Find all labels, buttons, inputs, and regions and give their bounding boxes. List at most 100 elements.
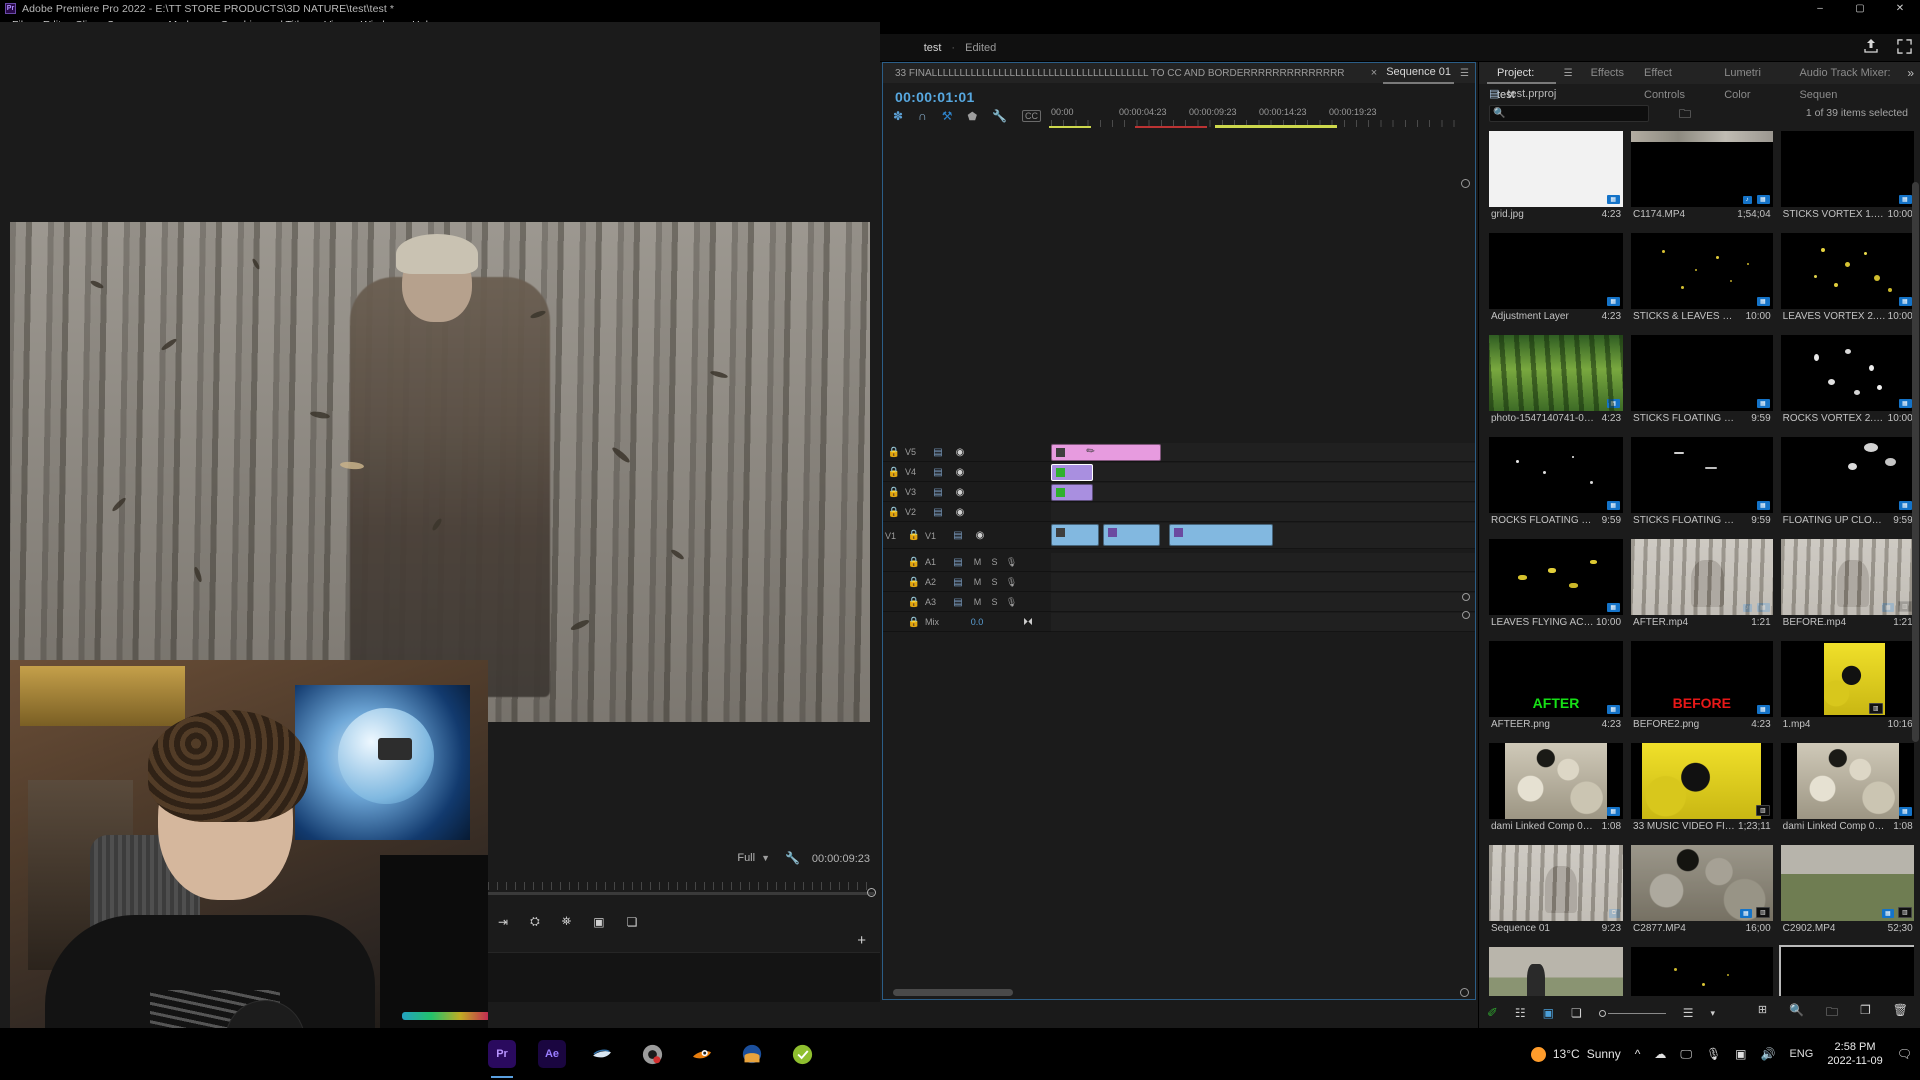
timeline-playhead-timecode[interactable]: 00:00:01:01 bbox=[895, 89, 975, 105]
track-body-v1[interactable] bbox=[1051, 523, 1475, 549]
sync-icon[interactable]: ▤ bbox=[927, 467, 949, 478]
keyframe-nav-icon[interactable]: ⏵⏴ bbox=[1023, 617, 1033, 628]
track-header-v3[interactable]: 🔒 V3 ▤ ◉ bbox=[883, 483, 1051, 502]
sync-icon[interactable]: ▤ bbox=[947, 597, 969, 608]
eye-icon[interactable]: ◉ bbox=[949, 447, 971, 458]
mic-icon[interactable]: 🎙 bbox=[1706, 1047, 1721, 1061]
track-body-v2[interactable] bbox=[1051, 503, 1475, 522]
project-bin-grid[interactable]: ▦ grid.jpg 4:23 ▦ ♪ C1174.MP4 1;54;04 ▦ STI… bbox=[1487, 128, 1914, 996]
mic-icon[interactable]: 🎙 bbox=[1003, 597, 1020, 608]
solo-button-a1[interactable]: S bbox=[986, 557, 1003, 567]
close-icon[interactable]: × bbox=[1371, 67, 1377, 79]
track-body-v5[interactable]: ✎ bbox=[1051, 443, 1475, 462]
panel-menu-icon[interactable]: ☰ bbox=[1564, 68, 1573, 79]
sync-icon[interactable]: ▤ bbox=[947, 530, 969, 541]
program-scrubber-track[interactable] bbox=[488, 892, 874, 895]
timeline-tab-label[interactable]: Sequence 01 bbox=[1383, 62, 1455, 84]
eye-icon[interactable]: ◉ bbox=[969, 530, 991, 541]
new-item-icon[interactable]: ❐ bbox=[1860, 1003, 1871, 1024]
bin-item[interactable]: ⧉ Nested Sequence 014:14 bbox=[1487, 944, 1625, 996]
track-body-a3[interactable] bbox=[1051, 593, 1475, 612]
lock-icon[interactable]: 🔒 bbox=[883, 507, 905, 518]
add-marker-icon[interactable]: ⚒ bbox=[942, 109, 953, 123]
mic-icon[interactable]: 🎙 bbox=[1003, 557, 1020, 568]
export-frame-icon[interactable]: ⇥ bbox=[498, 915, 508, 929]
track-name-a2[interactable]: A2 bbox=[925, 577, 947, 587]
clock[interactable]: 2:58 PM 2022-11-09 bbox=[1827, 1040, 1882, 1068]
volume-icon[interactable]: 🔊 bbox=[1761, 1047, 1776, 1061]
notification-icon[interactable]: 🗨 bbox=[1897, 1047, 1912, 1061]
close-button[interactable]: ✕ bbox=[1880, 0, 1920, 17]
taskbar-app-premiere[interactable]: Pr bbox=[488, 1040, 516, 1078]
chevron-down-icon[interactable]: ▾ bbox=[1711, 1008, 1716, 1019]
pen-icon[interactable]: ✐ bbox=[1487, 1005, 1498, 1021]
bin-item[interactable]: AFTER ▦ AFTEER.png 4:23 bbox=[1487, 638, 1625, 740]
mix-level-value[interactable]: 0.0 bbox=[957, 617, 997, 627]
bin-item[interactable]: ▦ photo-1547140741-0086... 4:23 bbox=[1487, 332, 1625, 434]
bin-item[interactable]: ▦ FLOATING UP CLOSE UP... 9:59 bbox=[1779, 434, 1914, 536]
new-bin-icon[interactable]: 🗀 bbox=[1679, 105, 1691, 126]
timeline-panel[interactable]: 33 FINALLLLLLLLLLLLLLLLLLLLLLLLLLLLLLLLL… bbox=[882, 62, 1476, 1000]
timeline-clip[interactable] bbox=[1051, 444, 1161, 461]
search-field[interactable] bbox=[1509, 106, 1645, 121]
camera-icon[interactable]: ▣ bbox=[593, 915, 604, 929]
track-body-a2[interactable] bbox=[1051, 573, 1475, 592]
bin-item[interactable]: ▥ ▦ C2902.MP4 52;30 bbox=[1779, 842, 1914, 944]
mic-icon[interactable]: 🎙 bbox=[1003, 577, 1020, 588]
settings-wrench-icon[interactable]: 🔧 bbox=[785, 851, 800, 865]
bin-item[interactable]: ▥ 1.mp4 10:16 bbox=[1779, 638, 1914, 740]
timeline-zoom-handle[interactable] bbox=[1460, 988, 1469, 997]
bin-item[interactable]: ▦ STICKS & LEAVES VOR...10:00 bbox=[1629, 944, 1775, 996]
timeline-vertical-zoom-mid[interactable] bbox=[1462, 593, 1470, 601]
solo-button-a3[interactable]: S bbox=[986, 597, 1003, 607]
bin-item[interactable]: ▦ STICKS & LEAVES VOR...10:00 bbox=[1629, 230, 1775, 332]
lock-icon[interactable]: 🔒 bbox=[883, 447, 905, 458]
taskbar-app-blender[interactable] bbox=[588, 1040, 616, 1068]
timeline-clip[interactable] bbox=[1051, 464, 1093, 481]
chevron-up-icon[interactable]: ^ bbox=[1635, 1047, 1641, 1061]
bin-item[interactable]: ⧉ Sequence 01 9:23 bbox=[1487, 842, 1625, 944]
find-icon[interactable]: 🔍 bbox=[1789, 1003, 1804, 1024]
project-file-name[interactable]: test.prproj bbox=[1507, 88, 1556, 100]
track-header-mix[interactable]: 🔒 Mix 0.0 ⏵⏴ bbox=[883, 613, 1051, 632]
bin-item[interactable]: ▥ 33 MUSIC VIDEO FIN... 1;23;11 bbox=[1629, 740, 1775, 842]
sync-icon[interactable]: ▤ bbox=[927, 487, 949, 498]
lock-icon[interactable]: 🔒 bbox=[883, 467, 905, 478]
lift-icon[interactable]: ⛭ bbox=[530, 914, 540, 929]
bin-item[interactable]: BEFORE ▦ BEFORE2.png 4:23 bbox=[1629, 638, 1775, 740]
tab-effects[interactable]: Effects bbox=[1581, 62, 1634, 84]
project-vertical-scrollbar[interactable] bbox=[1912, 182, 1919, 742]
taskbar-app-green[interactable] bbox=[788, 1040, 816, 1068]
bin-item[interactable]: ▦ STICKS FLOATING UP S... 9:59 bbox=[1629, 332, 1775, 434]
track-body-v3[interactable] bbox=[1051, 483, 1475, 502]
sync-icon[interactable]: ▤ bbox=[947, 557, 969, 568]
sort-icon[interactable]: ☰ bbox=[1683, 1006, 1694, 1020]
bin-item[interactable]: ▦ Adjustment Layer 4:23 bbox=[1487, 230, 1625, 332]
timeline-clip[interactable] bbox=[1169, 524, 1273, 546]
mute-button-a1[interactable]: M bbox=[969, 557, 986, 567]
weather-widget[interactable]: 13°C Sunny bbox=[1530, 1046, 1621, 1062]
lock-icon[interactable]: 🔒 bbox=[903, 557, 925, 568]
track-name-a1[interactable]: A1 bbox=[925, 557, 947, 567]
track-name-v1[interactable]: V1 bbox=[925, 531, 947, 541]
timeline-clip[interactable] bbox=[1103, 524, 1160, 546]
program-scrubber-ticks[interactable] bbox=[488, 882, 874, 890]
track-header-v1[interactable]: V1 🔒 V1 ▤ ◉ bbox=[883, 523, 1051, 549]
extract-icon[interactable]: ⛯ bbox=[562, 914, 572, 929]
icon-view-icon[interactable]: ▣ bbox=[1543, 1006, 1554, 1020]
track-name-v4[interactable]: V4 bbox=[905, 467, 927, 477]
bin-item[interactable]: Adjustment Layer4:23 bbox=[1778, 944, 1914, 996]
expand-icon[interactable] bbox=[1897, 38, 1912, 57]
add-button[interactable]: + bbox=[857, 932, 866, 949]
search-input[interactable]: 🔍 bbox=[1489, 105, 1649, 122]
bin-item[interactable]: ▦ ♪ C1174.MP4 1;54;04 bbox=[1629, 128, 1775, 230]
wrench-icon[interactable]: 🔧 bbox=[992, 109, 1007, 123]
bin-item[interactable]: ▦ dami Linked Comp 05_2... 1:08 bbox=[1779, 740, 1914, 842]
timeline-clip[interactable] bbox=[1051, 484, 1093, 501]
share-icon[interactable] bbox=[1863, 38, 1879, 57]
display-icon[interactable]: 🖵 bbox=[1680, 1047, 1692, 1062]
bin-item[interactable]: ▥ ▦ BEFORE.mp4 1:21 bbox=[1779, 536, 1914, 638]
mute-button-a3[interactable]: M bbox=[969, 597, 986, 607]
sync-icon[interactable]: ▤ bbox=[927, 507, 949, 518]
eye-icon[interactable]: ◉ bbox=[949, 507, 971, 518]
